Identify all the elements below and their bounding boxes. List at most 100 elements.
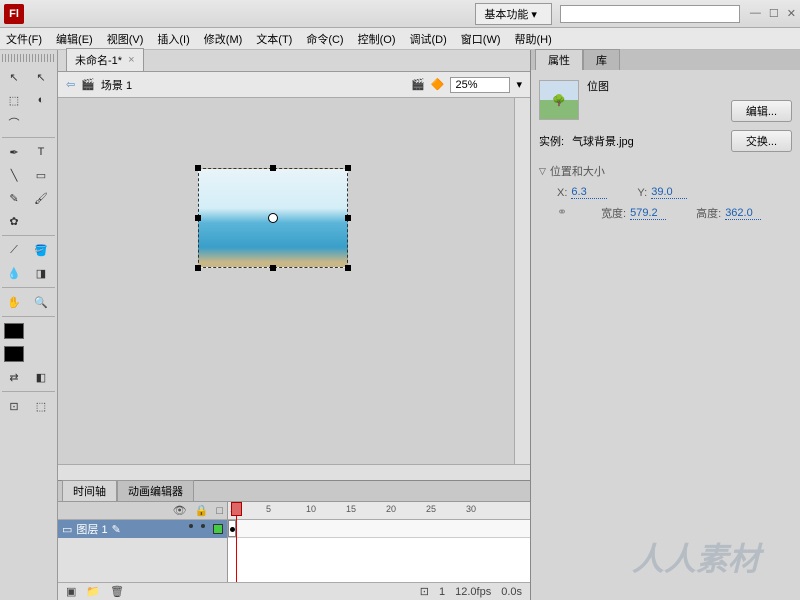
- scene-name: 场景 1: [101, 77, 132, 93]
- menu-help[interactable]: 帮助(H): [515, 31, 552, 47]
- zoom-dropdown-icon[interactable]: ▾: [516, 78, 522, 91]
- tab-properties[interactable]: 属性: [535, 49, 583, 70]
- line-tool-icon[interactable]: ╲: [2, 164, 26, 186]
- zoom-tool-icon[interactable]: 🔍: [29, 291, 53, 313]
- selected-bitmap[interactable]: [198, 168, 348, 268]
- section-header-position[interactable]: ▽ 位置和大小: [539, 160, 792, 182]
- edit-button[interactable]: 编辑...: [731, 100, 792, 122]
- back-arrow-icon[interactable]: ⇦: [66, 78, 75, 91]
- tab-library[interactable]: 库: [583, 49, 620, 70]
- tab-timeline[interactable]: 时间轴: [62, 480, 117, 501]
- new-folder-icon[interactable]: 📁: [86, 585, 100, 598]
- pencil-tool-icon[interactable]: ✎: [2, 187, 26, 209]
- x-value[interactable]: 6.3: [571, 186, 607, 199]
- 3d-rotation-tool-icon[interactable]: ◐: [29, 89, 53, 111]
- stage[interactable]: [58, 98, 530, 464]
- resize-handle[interactable]: [345, 165, 351, 171]
- swap-button[interactable]: 交换...: [731, 130, 792, 152]
- instance-name: 气球背景.jpg: [572, 133, 634, 149]
- default-colors-icon[interactable]: ◧: [29, 366, 53, 388]
- frame-track[interactable]: [228, 520, 530, 538]
- menu-view[interactable]: 视图(V): [107, 31, 144, 47]
- edit-symbols-icon[interactable]: 🔶: [431, 78, 445, 91]
- object-type-label: 位图: [587, 78, 792, 94]
- stroke-color-swatch[interactable]: [2, 320, 26, 342]
- close-icon[interactable]: ✕: [787, 7, 796, 20]
- resize-handle[interactable]: [195, 215, 201, 221]
- frames-pane[interactable]: 1 5 10 15 20 25 30: [228, 502, 530, 582]
- menu-debug[interactable]: 调试(D): [410, 31, 447, 47]
- bone-tool-icon[interactable]: ⟋: [2, 239, 26, 261]
- eraser-tool-icon[interactable]: ◨: [29, 262, 53, 284]
- menu-bar: 文件(F) 编辑(E) 视图(V) 插入(I) 修改(M) 文本(T) 命令(C…: [0, 28, 800, 50]
- edit-scene-icon[interactable]: 🎬: [411, 78, 425, 91]
- menu-file[interactable]: 文件(F): [6, 31, 42, 47]
- y-value[interactable]: 39.0: [651, 186, 687, 199]
- link-wh-icon[interactable]: ⚭: [557, 205, 567, 221]
- resize-handle[interactable]: [345, 215, 351, 221]
- rectangle-tool-icon[interactable]: ▭: [29, 164, 53, 186]
- width-value[interactable]: 579.2: [630, 207, 666, 220]
- menu-text[interactable]: 文本(T): [256, 31, 292, 47]
- collapse-icon: ▽: [539, 166, 546, 177]
- close-tab-icon[interactable]: ×: [128, 54, 134, 66]
- option-icon[interactable]: ⬚: [29, 395, 53, 417]
- outline-icon[interactable]: □: [216, 505, 223, 517]
- panel-handle[interactable]: [2, 54, 55, 62]
- resize-handle[interactable]: [270, 165, 276, 171]
- search-input[interactable]: [560, 5, 740, 23]
- swap-colors-icon[interactable]: ⇄: [2, 366, 26, 388]
- workspace-dropdown[interactable]: 基本功能 ▾: [475, 3, 552, 25]
- pen-tool-icon[interactable]: ✒: [2, 141, 26, 163]
- minimize-icon[interactable]: —: [750, 7, 761, 20]
- snap-icon[interactable]: ⊡: [2, 395, 26, 417]
- resize-handle[interactable]: [345, 265, 351, 271]
- timeline-status: ▣ 📁 🗑 ⊡ 1 12.0fps 0.0s: [58, 582, 530, 600]
- menu-insert[interactable]: 插入(I): [157, 31, 189, 47]
- outline-color-swatch[interactable]: [213, 524, 223, 534]
- menu-window[interactable]: 窗口(W): [461, 31, 501, 47]
- y-label: Y:: [637, 187, 647, 199]
- ruler-tick: 30: [466, 504, 476, 514]
- brush-tool-icon[interactable]: 🖌: [29, 187, 53, 209]
- eyedropper-tool-icon[interactable]: 💧: [2, 262, 26, 284]
- menu-commands[interactable]: 命令(C): [306, 31, 343, 47]
- empty3: [29, 320, 53, 342]
- lock-icon[interactable]: 🔒: [195, 504, 209, 517]
- document-tab[interactable]: 未命名-1* ×: [66, 48, 144, 71]
- maximize-icon[interactable]: ☐: [769, 7, 779, 20]
- subselection-tool-icon[interactable]: ↖: [29, 66, 53, 88]
- resize-handle[interactable]: [195, 165, 201, 171]
- registration-point-icon[interactable]: [268, 213, 278, 223]
- free-transform-tool-icon[interactable]: ⬚: [2, 89, 26, 111]
- instance-label: 实例:: [539, 133, 564, 149]
- playhead[interactable]: [236, 502, 237, 582]
- menu-control[interactable]: 控制(O): [358, 31, 396, 47]
- resize-handle[interactable]: [270, 265, 276, 271]
- zoom-input[interactable]: [450, 77, 510, 93]
- horizontal-scrollbar[interactable]: [58, 464, 530, 480]
- vertical-scrollbar[interactable]: [514, 98, 530, 464]
- fill-color-swatch[interactable]: [2, 343, 26, 365]
- onion-skin-icon[interactable]: ⊡: [420, 585, 429, 598]
- text-tool-icon[interactable]: T: [29, 141, 53, 163]
- delete-layer-icon[interactable]: 🗑: [110, 585, 124, 598]
- deco-tool-icon[interactable]: ✿: [2, 210, 26, 232]
- hand-tool-icon[interactable]: ✋: [2, 291, 26, 313]
- paint-bucket-tool-icon[interactable]: 🪣: [29, 239, 53, 261]
- ruler-tick: 5: [266, 504, 271, 514]
- menu-edit[interactable]: 编辑(E): [56, 31, 93, 47]
- new-layer-icon[interactable]: ▣: [66, 585, 76, 598]
- height-value[interactable]: 362.0: [725, 207, 761, 220]
- lasso-tool-icon[interactable]: ⌒: [2, 112, 26, 134]
- layer-row[interactable]: ▭ 图层 1 ✎: [58, 520, 227, 538]
- tab-motion-editor[interactable]: 动画编辑器: [117, 480, 194, 501]
- keyframe[interactable]: [228, 520, 236, 537]
- frame-ruler[interactable]: 1 5 10 15 20 25 30: [228, 502, 530, 520]
- visibility-icon[interactable]: 👁: [173, 504, 187, 517]
- document-tabs: 未命名-1* ×: [58, 50, 530, 72]
- selection-tool-icon[interactable]: ↖: [2, 66, 26, 88]
- ruler-tick: 25: [426, 504, 436, 514]
- menu-modify[interactable]: 修改(M): [204, 31, 243, 47]
- resize-handle[interactable]: [195, 265, 201, 271]
